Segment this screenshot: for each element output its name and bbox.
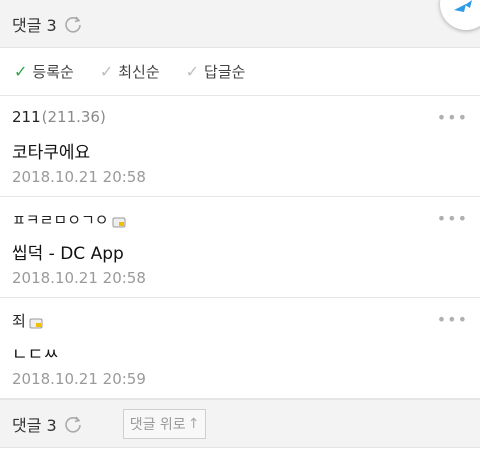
comment-date: 2018.10.21 20:59 (12, 370, 146, 388)
comment-body: 씹덕 - DC App (12, 244, 124, 264)
refresh-icon[interactable] (63, 14, 83, 34)
comment-item: 211 (211.36) ••• 코타쿠에요 2018.10.21 20:58 (0, 96, 480, 197)
comment-count-title: 댓글 3 (12, 15, 57, 35)
more-options-icon[interactable]: ••• (437, 108, 468, 127)
check-icon: ✓ (185, 62, 200, 81)
scroll-to-comments-top-button[interactable]: 댓글 위로 ↑ (122, 408, 207, 439)
comment-body: ㄴㄷㅆ (12, 345, 59, 365)
comment-count-title: 댓글 3 (12, 415, 57, 435)
sort-label: 등록순 (32, 63, 74, 81)
comment-item: ㅍㅋㄹㅁㅇㄱㅇ ••• 씹덕 - DC App 2018.10.21 20:58 (0, 197, 480, 298)
fixed-nick-badge-icon (112, 214, 126, 228)
fixed-nick-badge-icon (29, 315, 43, 329)
comment-author[interactable]: 죄 (12, 310, 43, 331)
comment-date: 2018.10.21 20:58 (12, 269, 146, 287)
comment-body: 코타쿠에요 (12, 143, 91, 163)
pencil-icon (454, 0, 472, 12)
sort-bar: ✓ 등록순 ✓ 최신순 ✓ 답글순 (0, 48, 480, 96)
sort-label: 최신순 (118, 63, 160, 81)
comment-author[interactable]: ㅍㅋㄹㅁㅇㄱㅇ (12, 209, 126, 230)
check-icon: ✓ (99, 62, 114, 81)
comment-header-bar: 댓글 3 (0, 0, 480, 48)
author-name: ㅍㅋㄹㅁㅇㄱㅇ (12, 211, 109, 229)
author-name: 죄 (12, 312, 26, 330)
author-ip: (211.36) (41, 108, 106, 126)
sort-replies[interactable]: ✓ 답글순 (186, 61, 246, 82)
sort-label: 답글순 (204, 63, 246, 81)
arrow-up-icon: ↑ (187, 415, 200, 432)
comment-author[interactable]: 211 (211.36) (12, 108, 106, 126)
check-icon: ✓ (14, 62, 28, 81)
comment-footer-bar: 댓글 3 댓글 위로 ↑ (0, 399, 480, 448)
sort-registered[interactable]: ✓ 등록순 (14, 61, 74, 82)
more-options-icon[interactable]: ••• (437, 310, 468, 329)
comment-item: 죄 ••• ㄴㄷㅆ 2018.10.21 20:59 (0, 298, 480, 399)
sort-latest[interactable]: ✓ 최신순 (100, 61, 160, 82)
more-options-icon[interactable]: ••• (437, 209, 468, 228)
comment-date: 2018.10.21 20:58 (12, 168, 146, 186)
refresh-icon[interactable] (63, 414, 83, 434)
author-name: 211 (12, 108, 41, 126)
up-button-label: 댓글 위로 (129, 416, 186, 433)
